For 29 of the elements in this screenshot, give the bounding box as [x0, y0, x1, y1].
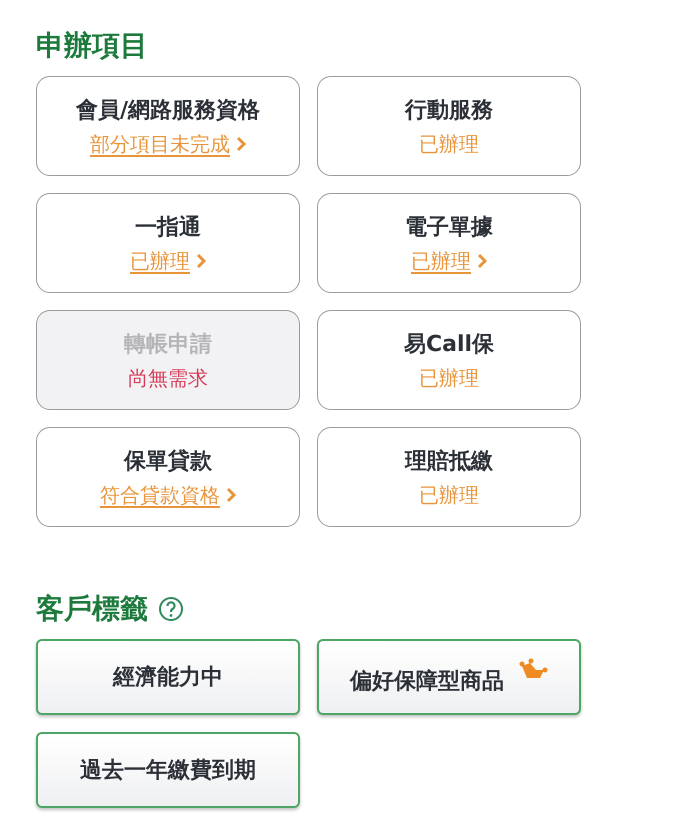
service-card[interactable]: 易Call保 已辦理 [317, 310, 581, 410]
service-name: 行動服務 [405, 96, 493, 124]
section-title: 客戶標籤 [36, 591, 148, 627]
service-name: 保單貸款 [124, 448, 212, 476]
service-name: 電子單據 [405, 214, 493, 242]
status-text: 已辦理 [419, 482, 479, 508]
service-name: 會員/網路服務資格 [76, 96, 260, 124]
service-name: 轉帳申請 [124, 330, 212, 358]
customer-tag: 過去一年繳費到期 [36, 732, 300, 808]
help-icon[interactable] [158, 596, 184, 622]
status-text: 尚無需求 [128, 364, 208, 392]
customer-tag: 偏好保障型商品 [317, 639, 581, 715]
service-card[interactable]: 保單貸款 符合貸款資格 [36, 427, 300, 527]
chevron-icon [477, 253, 487, 269]
customer-tag: 經濟能力中 [36, 639, 300, 715]
service-card[interactable]: 會員/網路服務資格 部分項目未完成 [36, 76, 300, 176]
service-card[interactable]: 電子單據 已辦理 [317, 193, 581, 293]
service-card[interactable]: 一指通 已辦理 [36, 193, 300, 293]
chevron-icon [226, 487, 236, 503]
service-name: 易Call保 [404, 330, 494, 358]
service-card[interactable]: 理賠抵繳 已辦理 [317, 427, 581, 527]
status-text: 已辦理 [419, 364, 479, 392]
service-name: 一指通 [135, 214, 201, 242]
chevron-icon [196, 253, 206, 269]
chevron-icon [236, 136, 246, 152]
service-name: 理賠抵繳 [405, 448, 493, 476]
service-card[interactable]: 行動服務 已辦理 [317, 76, 581, 176]
section-title: 申辦項目 [36, 28, 148, 64]
status-text: 已辦理 [419, 130, 479, 158]
